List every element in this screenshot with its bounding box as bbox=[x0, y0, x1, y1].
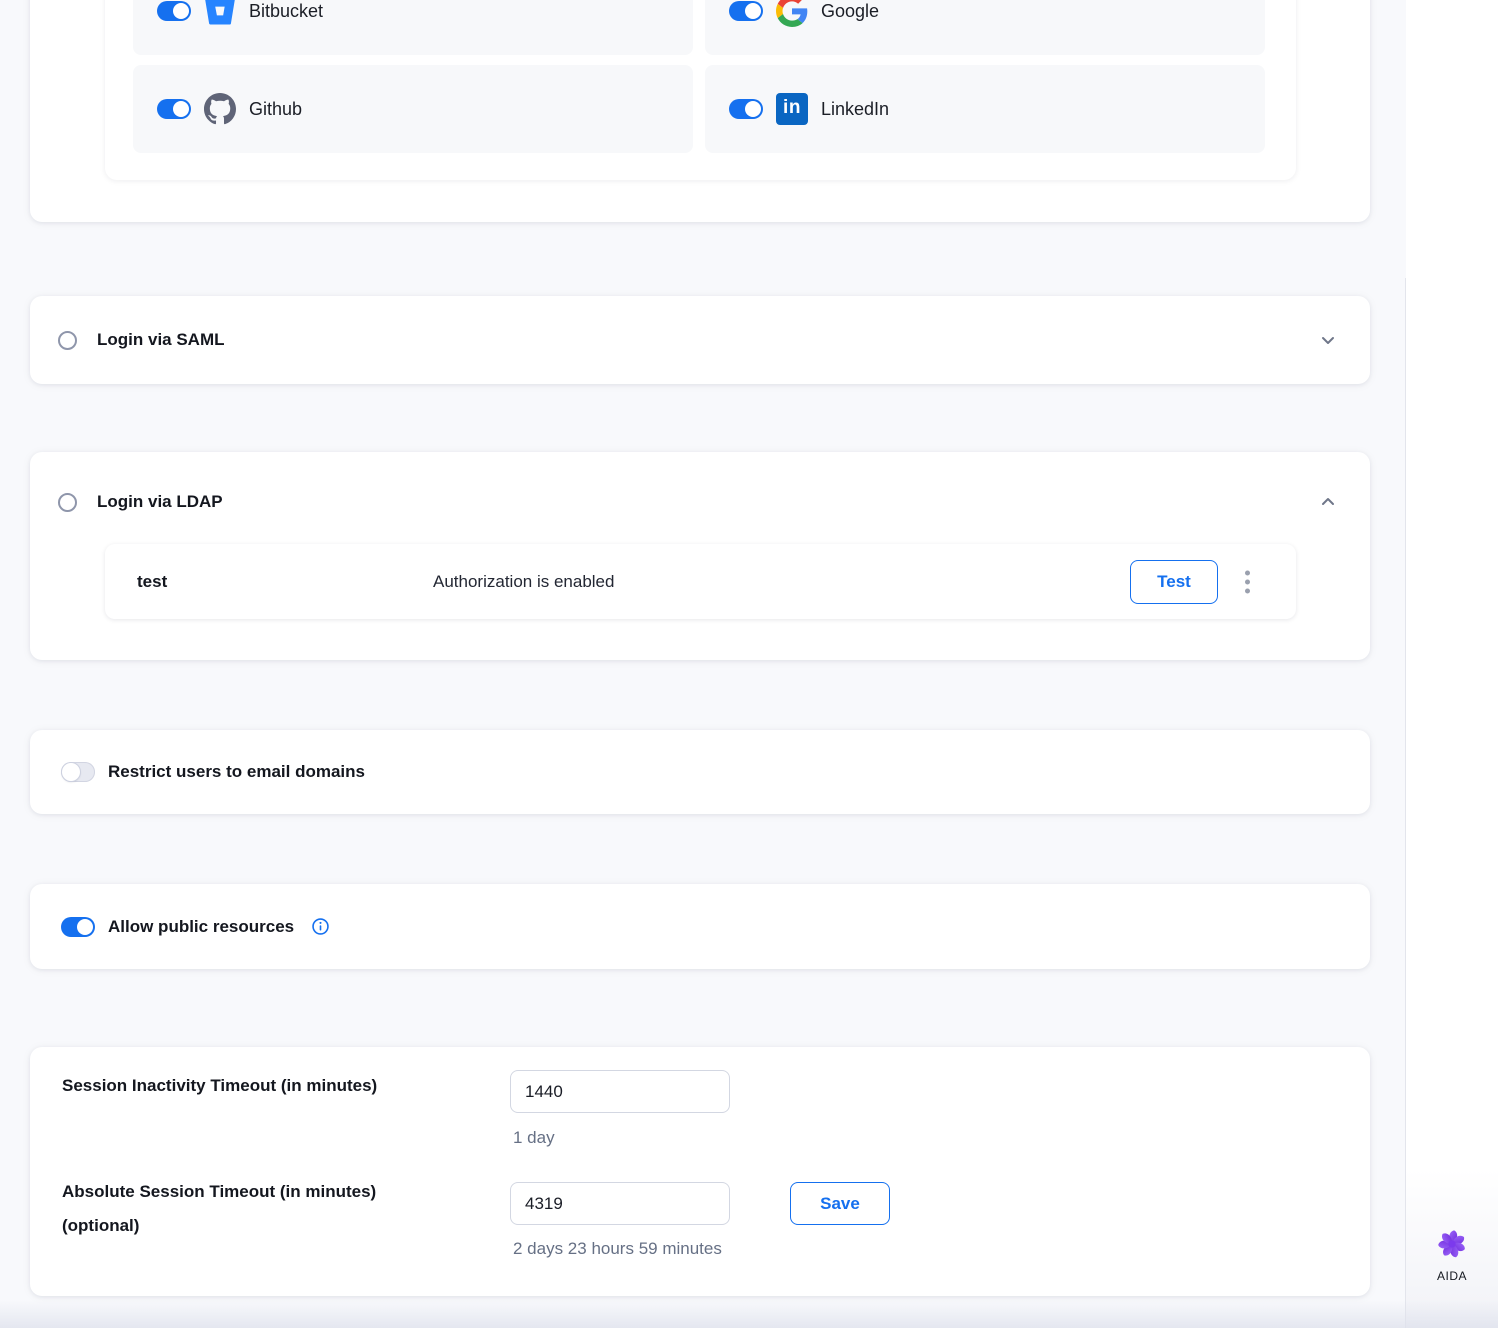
absolute-timeout-hint: 2 days 23 hours 59 minutes bbox=[513, 1239, 722, 1259]
saml-radio[interactable] bbox=[58, 331, 77, 350]
ldap-section-card: Login via LDAP test Authorization is ena… bbox=[30, 452, 1370, 660]
restrict-domains-label: Restrict users to email domains bbox=[108, 762, 365, 782]
absolute-timeout-label-suffix: (optional) bbox=[62, 1209, 139, 1243]
inactivity-timeout-input[interactable] bbox=[510, 1070, 730, 1113]
provider-label: LinkedIn bbox=[821, 99, 889, 120]
bottom-fade bbox=[0, 1300, 1498, 1328]
toggle-knob bbox=[62, 763, 80, 781]
ldap-header[interactable]: Login via LDAP bbox=[58, 492, 223, 512]
provider-label: Google bbox=[821, 1, 879, 22]
provider-label: Bitbucket bbox=[249, 1, 323, 22]
saml-section-card: Login via SAML bbox=[30, 296, 1370, 384]
ldap-config-status: Authorization is enabled bbox=[433, 572, 614, 592]
inactivity-timeout-label: Session Inactivity Timeout (in minutes) bbox=[62, 1069, 377, 1103]
google-toggle[interactable] bbox=[729, 1, 763, 21]
restrict-domains-toggle[interactable] bbox=[61, 762, 95, 782]
provider-tile-linkedin: in LinkedIn bbox=[705, 65, 1265, 153]
chevron-up-icon[interactable] bbox=[1319, 493, 1337, 511]
aida-widget[interactable]: AIDA bbox=[1406, 1228, 1498, 1283]
google-icon bbox=[776, 0, 808, 27]
provider-tile-github: Github bbox=[133, 65, 693, 153]
toggle-knob bbox=[173, 3, 189, 19]
public-resources-label: Allow public resources bbox=[108, 917, 294, 937]
inactivity-timeout-hint: 1 day bbox=[513, 1128, 555, 1148]
provider-label: Github bbox=[249, 99, 302, 120]
public-resources-toggle[interactable] bbox=[61, 917, 95, 937]
provider-tile-google: Google bbox=[705, 0, 1265, 55]
save-button[interactable]: Save bbox=[790, 1182, 890, 1225]
aida-label: AIDA bbox=[1406, 1269, 1498, 1283]
bitbucket-toggle[interactable] bbox=[157, 1, 191, 21]
linkedin-icon: in bbox=[776, 93, 808, 125]
saml-label: Login via SAML bbox=[97, 330, 225, 350]
provider-tile-bitbucket: Bitbucket bbox=[133, 0, 693, 55]
auth-settings-page: Bitbucket Google Github in LinkedIn Logi… bbox=[0, 0, 1498, 1328]
ldap-config-row: test Authorization is enabled Test bbox=[105, 544, 1296, 619]
kebab-menu-icon[interactable] bbox=[1241, 566, 1254, 597]
toggle-knob bbox=[173, 101, 189, 117]
ldap-label: Login via LDAP bbox=[97, 492, 223, 512]
restrict-domains-card: Restrict users to email domains bbox=[30, 730, 1370, 814]
chevron-down-icon[interactable] bbox=[1319, 331, 1337, 349]
bitbucket-icon bbox=[204, 0, 236, 27]
toggle-knob bbox=[77, 919, 93, 935]
ldap-test-button[interactable]: Test bbox=[1130, 560, 1218, 604]
absolute-timeout-input[interactable] bbox=[510, 1182, 730, 1225]
toggle-knob bbox=[745, 3, 761, 19]
linkedin-toggle[interactable] bbox=[729, 99, 763, 119]
absolute-timeout-label: Absolute Session Timeout (in minutes) bbox=[62, 1175, 376, 1209]
saml-header[interactable]: Login via SAML bbox=[58, 330, 225, 350]
right-side-panel bbox=[1406, 0, 1498, 1328]
toggle-knob bbox=[745, 101, 761, 117]
vertical-divider bbox=[1405, 278, 1406, 1328]
session-timeout-card: Session Inactivity Timeout (in minutes) … bbox=[30, 1047, 1370, 1296]
ldap-config-name: test bbox=[137, 572, 167, 592]
github-icon bbox=[204, 93, 236, 125]
aida-logo-icon bbox=[1436, 1247, 1468, 1264]
info-icon[interactable] bbox=[312, 918, 329, 935]
public-resources-card: Allow public resources bbox=[30, 884, 1370, 969]
ldap-radio[interactable] bbox=[58, 493, 77, 512]
github-toggle[interactable] bbox=[157, 99, 191, 119]
